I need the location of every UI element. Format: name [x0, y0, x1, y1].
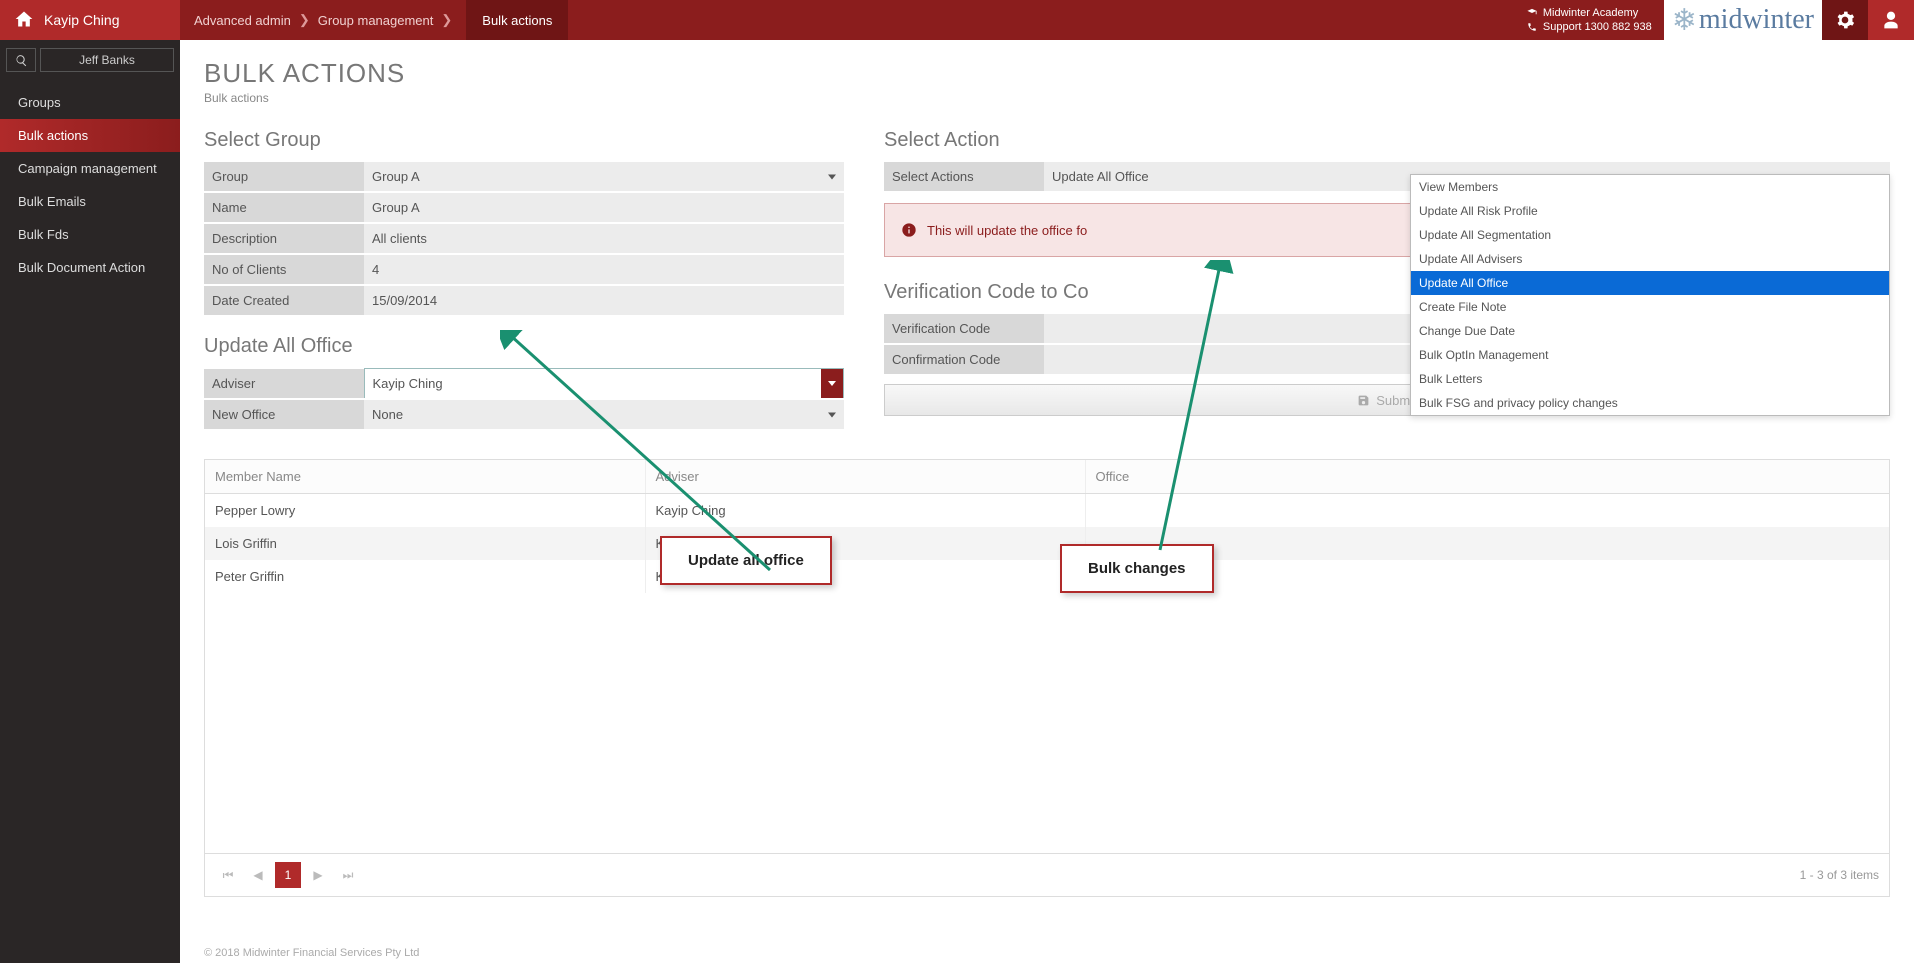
date-value: 15/09/2014 — [364, 285, 844, 315]
desc-value: All clients — [364, 223, 844, 254]
contact-block: Midwinter Academy Support 1300 882 938 — [1515, 2, 1664, 39]
select-group-heading: Select Group — [204, 129, 844, 152]
profile-button[interactable] — [1868, 0, 1914, 40]
clients-value: 4 — [364, 254, 844, 285]
chevron-right-icon: ❯ — [441, 12, 452, 28]
col-left: Select Group Group Group A NameGroup A D… — [204, 129, 844, 429]
page-title: BULK ACTIONS — [204, 58, 1890, 89]
search-button[interactable] — [6, 48, 36, 72]
sidebar-search-row: Jeff Banks — [0, 40, 180, 80]
sidebar-item-bulk-fds[interactable]: Bulk Fds — [0, 218, 180, 251]
caret-down-icon — [828, 412, 836, 417]
logo: ❄ midwinter — [1664, 0, 1822, 40]
dropdown-option[interactable]: Bulk FSG and privacy policy changes — [1411, 391, 1889, 415]
page-subtitle: Bulk actions — [204, 91, 1890, 105]
callout-update-office: Update all office — [660, 536, 832, 585]
sidebar-item-groups[interactable]: Groups — [0, 86, 180, 119]
breadcrumb: Advanced admin ❯ Group management ❯ — [180, 0, 466, 40]
pager-prev[interactable]: ◀ — [245, 862, 271, 888]
adviser-dropdown-button[interactable] — [821, 369, 843, 398]
group-table: Group Group A NameGroup A DescriptionAll… — [204, 162, 844, 315]
action-label: Select Actions — [884, 162, 1044, 191]
update-office-table: Adviser New Office None — [204, 368, 844, 429]
dropdown-option[interactable]: Create File Note — [1411, 295, 1889, 319]
breadcrumb-item[interactable]: Advanced admin — [194, 13, 291, 28]
breadcrumb-item[interactable]: Group management — [318, 13, 434, 28]
update-office-heading: Update All Office — [204, 335, 844, 358]
clients-label: No of Clients — [204, 254, 364, 285]
pager-next[interactable]: ▶ — [305, 862, 331, 888]
sidebar-item-bulk-emails[interactable]: Bulk Emails — [0, 185, 180, 218]
user-name: Kayip Ching — [44, 12, 120, 28]
caret-down-icon — [828, 174, 836, 179]
members-table-wrap: Member Name Adviser Office Pepper LowryK… — [204, 459, 1890, 897]
pager-row: ⏮ ◀ 1 ▶ ⏭ 1 - 3 of 3 items — [205, 853, 1889, 896]
table-row[interactable]: Pepper LowryKayip Ching — [205, 494, 1889, 528]
dropdown-option-selected[interactable]: Update All Office — [1411, 271, 1889, 295]
adviser-label: Adviser — [204, 369, 364, 400]
vcode-label: Verification Code — [884, 314, 1044, 344]
info-icon — [901, 222, 917, 238]
topbar-user[interactable]: Kayip Ching — [0, 0, 180, 40]
dropdown-option[interactable]: Update All Segmentation — [1411, 223, 1889, 247]
home-icon — [14, 9, 34, 32]
col-adviser[interactable]: Adviser — [645, 460, 1085, 494]
sidebar-item-bulk-actions[interactable]: Bulk actions — [0, 119, 180, 152]
support-phone: Support 1300 882 938 — [1527, 20, 1652, 34]
dropdown-option[interactable]: Bulk OptIn Management — [1411, 343, 1889, 367]
snowflake-icon: ❄ — [1672, 3, 1697, 38]
breadcrumb-current: Bulk actions — [466, 0, 568, 40]
group-label: Group — [204, 162, 364, 192]
name-value: Group A — [364, 192, 844, 223]
settings-button[interactable] — [1822, 0, 1868, 40]
desc-label: Description — [204, 223, 364, 254]
date-label: Date Created — [204, 285, 364, 315]
academy-link[interactable]: Midwinter Academy — [1527, 6, 1652, 20]
ccode-label: Confirmation Code — [884, 344, 1044, 374]
action-dropdown-list: View Members Update All Risk Profile Upd… — [1410, 174, 1890, 416]
dropdown-option[interactable]: Update All Advisers — [1411, 247, 1889, 271]
topbar-right: Midwinter Academy Support 1300 882 938 ❄… — [1515, 0, 1914, 40]
sidebar-menu: Groups Bulk actions Campaign management … — [0, 86, 180, 284]
warning-text: This will update the office fo — [927, 223, 1087, 238]
group-select[interactable]: Group A — [364, 162, 844, 192]
pager: ⏮ ◀ 1 ▶ ⏭ — [215, 862, 361, 888]
dropdown-option[interactable]: Change Due Date — [1411, 319, 1889, 343]
table-row[interactable]: Peter GriffinKayip Ching — [205, 560, 1889, 593]
dropdown-option[interactable]: View Members — [1411, 175, 1889, 199]
pager-info: 1 - 3 of 3 items — [1800, 868, 1879, 882]
topbar: Kayip Ching Advanced admin ❯ Group manag… — [0, 0, 1914, 40]
name-label: Name — [204, 192, 364, 223]
save-icon — [1357, 394, 1370, 407]
newoffice-label: New Office — [204, 399, 364, 429]
table-row[interactable]: Lois GriffinKayip Ching — [205, 527, 1889, 560]
pager-first[interactable]: ⏮ — [215, 862, 241, 888]
newoffice-select[interactable]: None — [364, 399, 844, 429]
adviser-input[interactable] — [365, 369, 844, 398]
dropdown-option[interactable]: Bulk Letters — [1411, 367, 1889, 391]
col-office[interactable]: Office — [1085, 460, 1889, 494]
sidebar: Jeff Banks Groups Bulk actions Campaign … — [0, 40, 180, 963]
callout-bulk-changes: Bulk changes — [1060, 544, 1214, 593]
dropdown-option[interactable]: Update All Risk Profile — [1411, 199, 1889, 223]
pager-last[interactable]: ⏭ — [335, 862, 361, 888]
adviser-combobox[interactable] — [364, 369, 844, 400]
sidebar-item-bulk-document[interactable]: Bulk Document Action — [0, 251, 180, 284]
sidebar-item-campaign[interactable]: Campaign management — [0, 152, 180, 185]
pager-page[interactable]: 1 — [275, 862, 301, 888]
select-action-heading: Select Action — [884, 129, 1890, 152]
topbar-spacer — [568, 0, 1515, 40]
col-member[interactable]: Member Name — [205, 460, 645, 494]
chevron-right-icon: ❯ — [299, 12, 310, 28]
search-name-field[interactable]: Jeff Banks — [40, 48, 174, 72]
footer: © 2018 Midwinter Financial Services Pty … — [204, 947, 419, 959]
members-table: Member Name Adviser Office Pepper LowryK… — [205, 460, 1889, 853]
